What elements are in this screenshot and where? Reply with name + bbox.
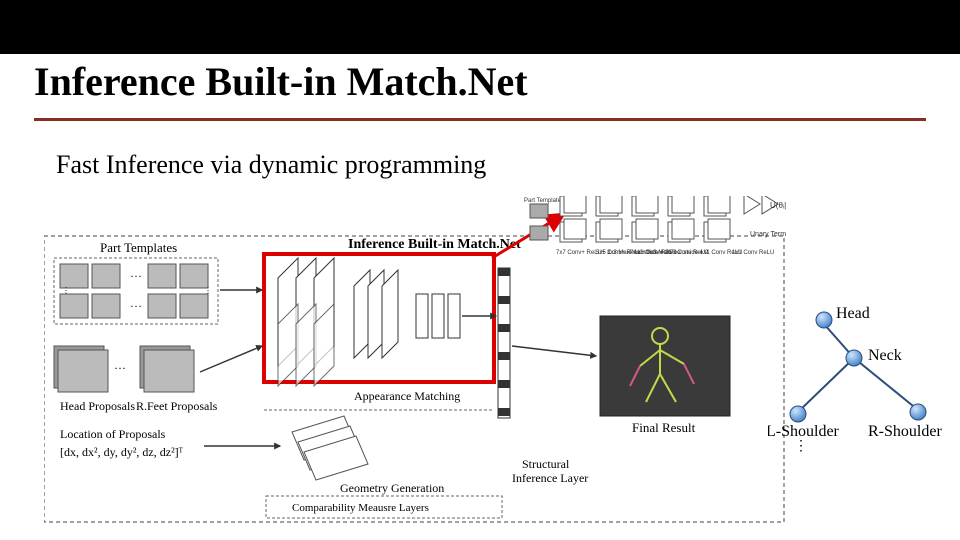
pipeline-figure: Part Templates ··· ··· ⋮ ⋮ <box>44 196 786 526</box>
top-black-bar <box>0 0 960 54</box>
cnn-detail: Part Templates 1x32x32 24x16x16 64x8x8 9… <box>524 196 786 256</box>
label-geometry: Geometry Generation <box>340 481 444 495</box>
label-appearance-matching: Appearance Matching <box>354 389 460 403</box>
proposals-block: ··· Head Proposals R.Feet Proposals <box>54 346 218 413</box>
tree-label-neck: Neck <box>868 347 902 364</box>
label-ufunc: U(θᵢ|I) <box>770 201 786 210</box>
label-structural-2: Inference Layer <box>512 471 588 485</box>
svg-text:⋮: ⋮ <box>204 286 212 295</box>
label-location: Location of Proposals <box>60 427 166 441</box>
cnn-planes <box>278 258 460 386</box>
part-templates-grid: ··· ··· ⋮ ⋮ <box>60 264 212 318</box>
label-location-formula: [dx, dx², dy, dy², dz, dz²]ᵀ <box>60 445 184 459</box>
tree-label-rshoulder: R-Shoulder <box>868 423 942 440</box>
label-comparability: Comparability Meausre Layers <box>292 502 429 514</box>
tree-ellipsis: ⋮ <box>794 439 808 452</box>
figure-heading: Inference Built-in Match.Net <box>348 237 521 252</box>
geometry-planes <box>292 416 368 480</box>
slide-subtitle: Fast Inference via dynamic programming <box>56 150 486 180</box>
tree-label-head: Head <box>836 305 870 322</box>
slide-title: Inference Built-in Match.Net <box>34 58 528 105</box>
body-part-tree: Head Neck L-Shoulder R-Shoulder ⋮ <box>768 302 948 452</box>
label-structural-1: Structural <box>522 457 570 471</box>
label-part-templates: Part Templates <box>100 240 177 255</box>
label-unary-terms: Unary Terms <box>750 231 786 238</box>
svg-text:···: ··· <box>130 299 142 313</box>
svg-text:⋮: ⋮ <box>62 286 70 295</box>
structural-layer <box>498 268 510 418</box>
tree-label-lshoulder: L-Shoulder <box>768 423 840 440</box>
svg-text:Part Templates: Part Templates <box>524 198 564 204</box>
title-underline <box>34 118 926 121</box>
label-final-result: Final Result <box>632 420 696 435</box>
label-rfeet-proposals: R.Feet Proposals <box>136 399 218 413</box>
svg-text:···: ··· <box>114 361 126 375</box>
svg-text:···: ··· <box>130 269 142 283</box>
slide: Inference Built-in Match.Net Fast Infere… <box>0 0 960 540</box>
svg-text:1x1 Conv ReLU: 1x1 Conv ReLU <box>732 250 774 256</box>
label-head-proposals: Head Proposals <box>60 399 135 413</box>
